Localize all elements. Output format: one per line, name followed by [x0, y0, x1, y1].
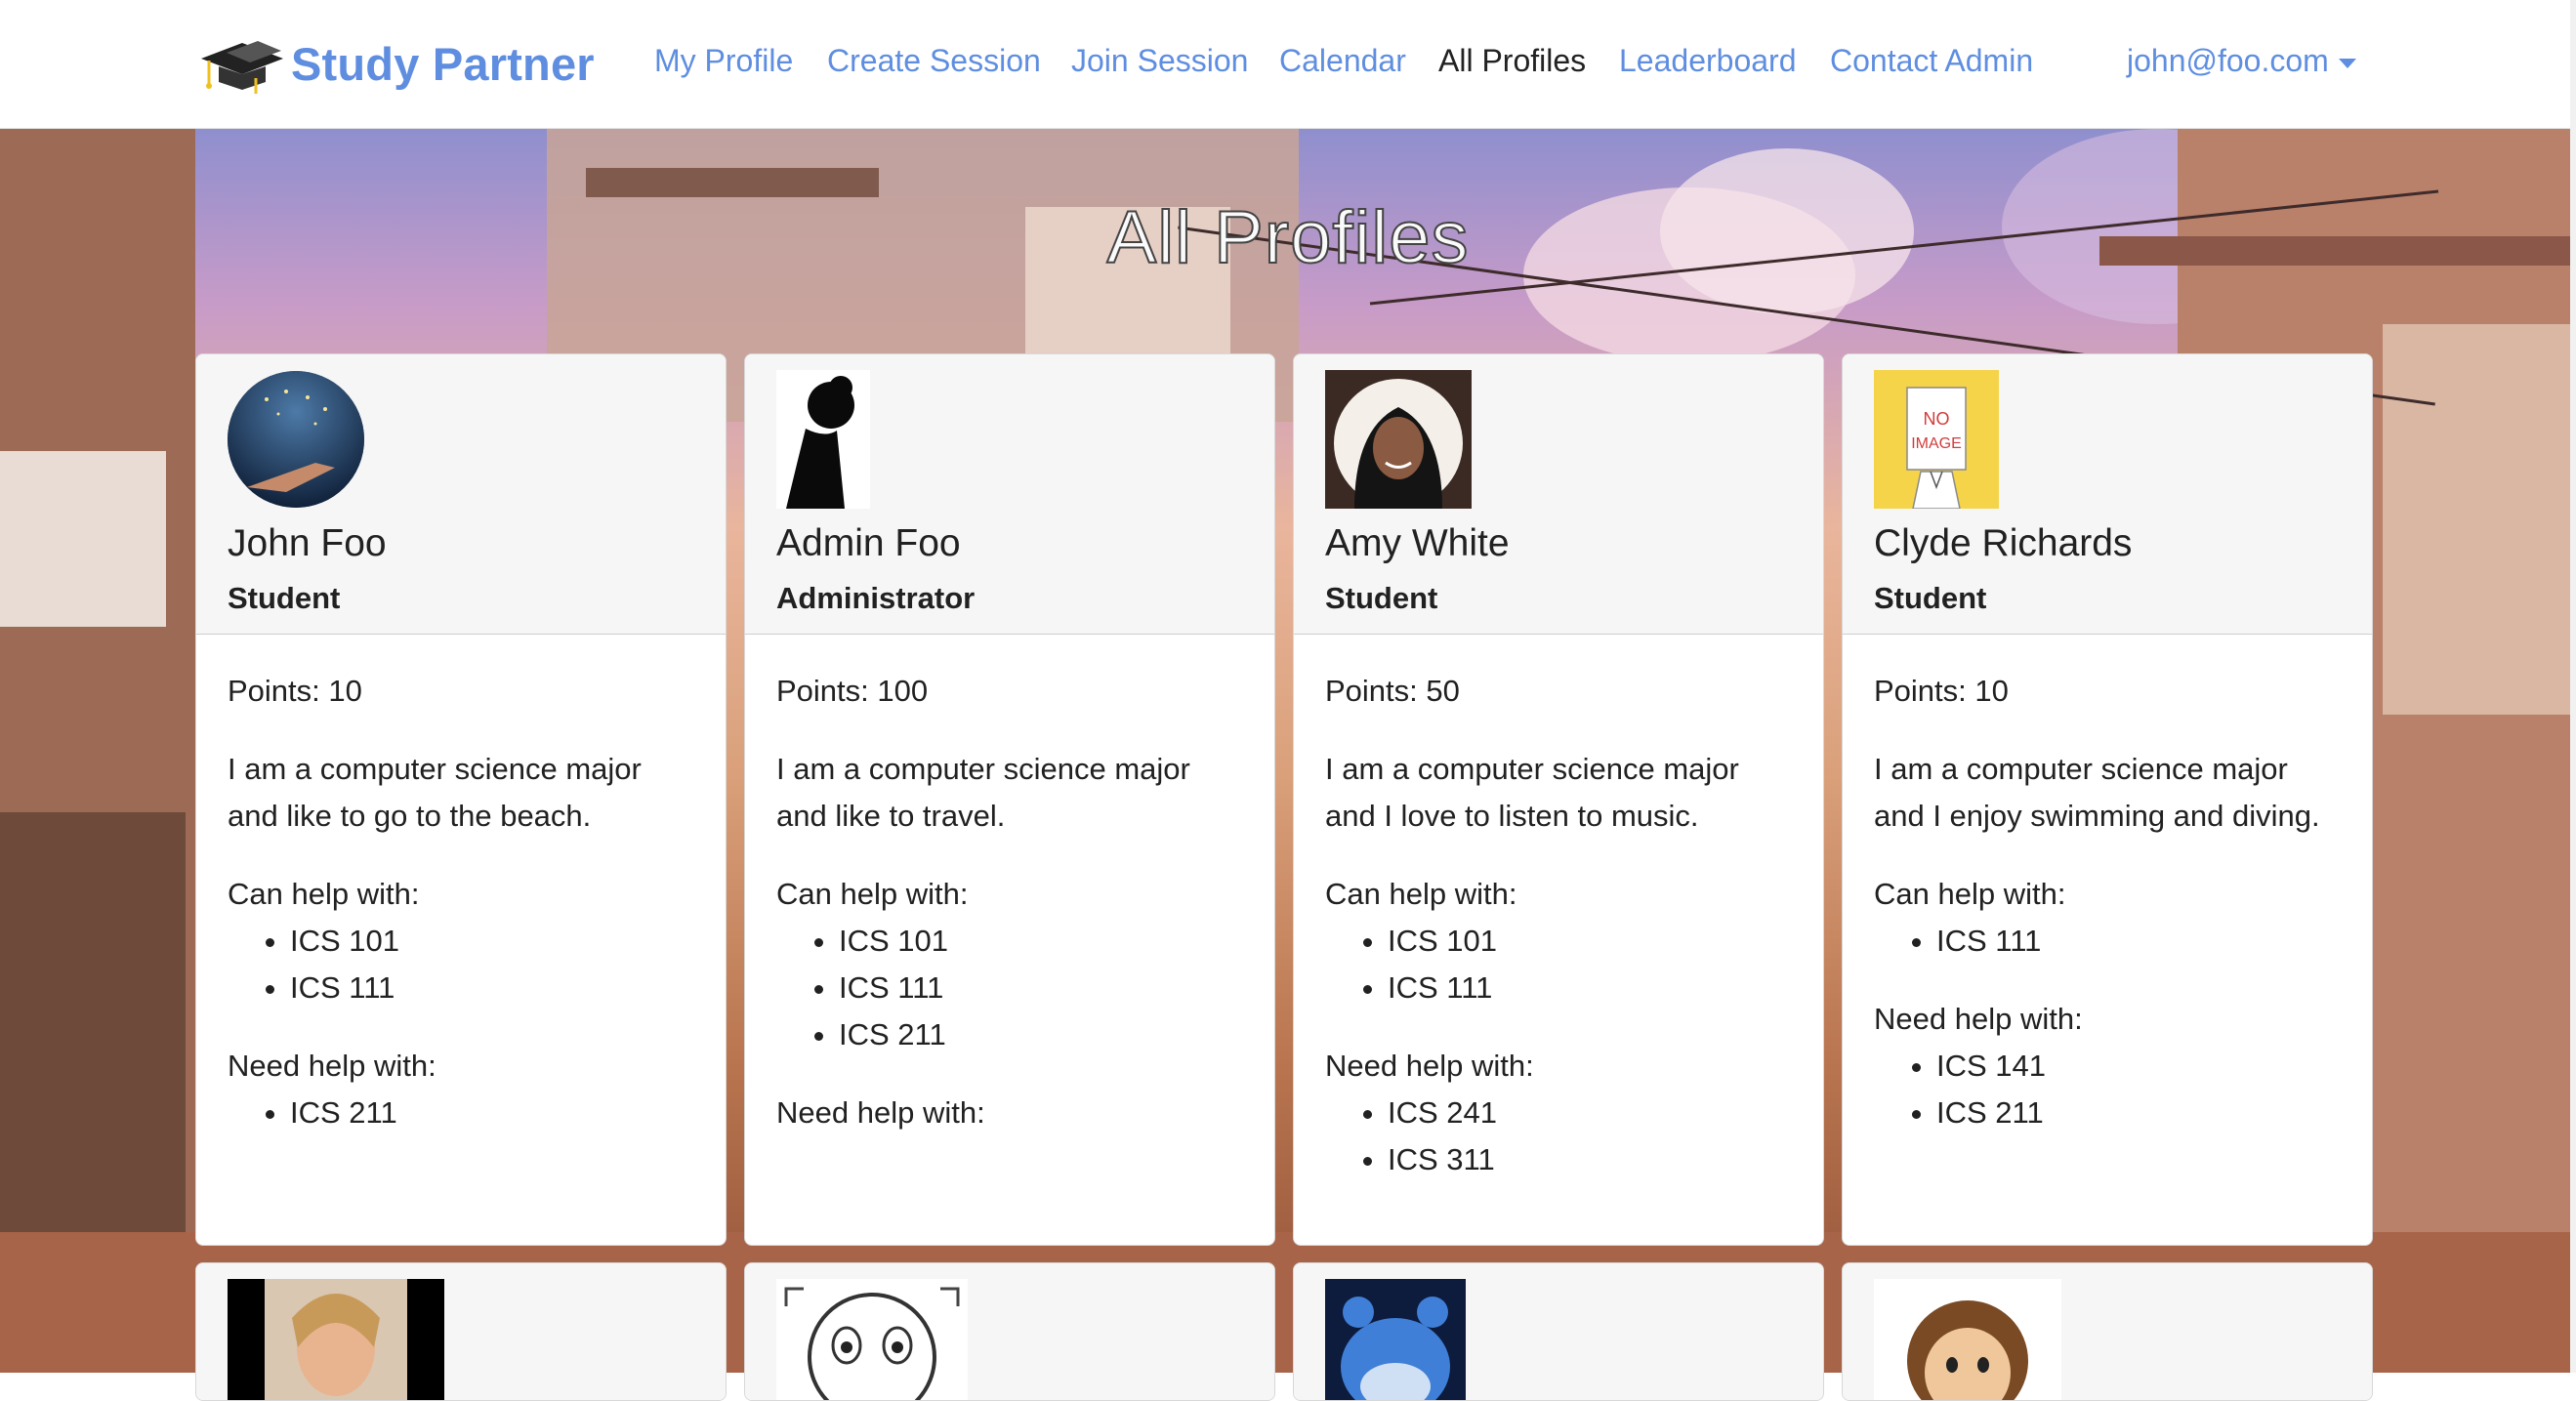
- top-navbar: Study Partner My Profile Create Session …: [0, 0, 2576, 129]
- brand-name: Study Partner: [291, 37, 595, 90]
- card-header: Admin Foo Administrator: [745, 354, 1274, 635]
- profile-role: Student: [228, 581, 341, 615]
- profile-name: Admin Foo: [776, 522, 961, 564]
- graduation-cap-logo-icon: [201, 41, 283, 94]
- card-header: Amy White Student: [1294, 354, 1823, 635]
- can-help-list: ICS 101 ICS 111 ICS 211: [776, 918, 1243, 1058]
- profile-card: John Foo Student Points: 10 I am a compu…: [195, 353, 727, 1246]
- list-item: ICS 211: [290, 1090, 694, 1136]
- list-item: ICS 111: [1936, 918, 2341, 965]
- nav-join-session[interactable]: Join Session: [1071, 43, 1248, 79]
- profile-card: [195, 1262, 727, 1401]
- need-help-list: ICS 141 ICS 211: [1874, 1043, 2341, 1136]
- profile-name: John Foo: [228, 522, 387, 564]
- list-item: ICS 101: [839, 918, 1243, 965]
- chevron-down-icon: [2338, 58, 2356, 68]
- list-item: ICS 211: [839, 1011, 1243, 1058]
- profile-bio: I am a computer science major and I love…: [1325, 752, 1739, 833]
- user-menu-dropdown[interactable]: john@foo.com: [2127, 43, 2356, 79]
- scrollbar[interactable]: [2570, 0, 2576, 1373]
- profile-name: Amy White: [1325, 522, 1510, 564]
- nav-calendar[interactable]: Calendar: [1279, 43, 1406, 79]
- can-help-list: ICS 111: [1874, 918, 2341, 965]
- profile-bio: I am a computer science major and I enjo…: [1874, 752, 2320, 833]
- card-header: John Foo Student: [196, 354, 726, 635]
- profile-card: [744, 1262, 1275, 1401]
- card-header: [196, 1263, 726, 1400]
- profile-avatar: [776, 1279, 968, 1400]
- points-label: Points: 100: [776, 674, 929, 708]
- list-item: ICS 211: [1936, 1090, 2341, 1136]
- can-help-list: ICS 101 ICS 111: [228, 918, 694, 1011]
- profile-card: Admin Foo Administrator Points: 100 I am…: [744, 353, 1275, 1246]
- profile-avatar: [228, 1279, 444, 1400]
- user-email: john@foo.com: [2127, 43, 2329, 78]
- card-header: [1294, 1263, 1823, 1400]
- profile-bio: I am a computer science major and like t…: [228, 752, 642, 833]
- need-help-list: ICS 211: [228, 1090, 694, 1136]
- need-help-label: Need help with:: [228, 1049, 436, 1083]
- need-help-label: Need help with:: [1874, 1002, 2083, 1036]
- can-help-list: ICS 101 ICS 111: [1325, 918, 1792, 1011]
- card-body: Points: 100 I am a computer science majo…: [745, 635, 1274, 1166]
- profile-card: Amy White Student Points: 50 I am a comp…: [1293, 353, 1824, 1246]
- need-help-list: ICS 241 ICS 311: [1325, 1090, 1792, 1183]
- need-help-label: Need help with:: [776, 1095, 985, 1130]
- nav-my-profile[interactable]: My Profile: [654, 43, 793, 79]
- brand[interactable]: Study Partner: [197, 29, 595, 98]
- card-header: NO IMAGE Clyde Richards Student: [1843, 354, 2372, 635]
- points-label: Points: 50: [1325, 674, 1460, 708]
- profile-avatar: [1325, 370, 1472, 509]
- card-header: [745, 1263, 1274, 1400]
- list-item: ICS 111: [290, 965, 694, 1011]
- profile-avatar: [776, 370, 870, 509]
- list-item: ICS 141: [1936, 1043, 2341, 1090]
- card-header: [1843, 1263, 2372, 1400]
- can-help-label: Can help with:: [776, 877, 969, 911]
- profile-card: [1842, 1262, 2373, 1401]
- profile-avatar: [228, 370, 364, 509]
- card-body: Points: 10 I am a computer science major…: [196, 635, 726, 1197]
- profile-bio: I am a computer science major and like t…: [776, 752, 1190, 833]
- profile-role: Student: [1325, 581, 1438, 615]
- points-label: Points: 10: [1874, 674, 2009, 708]
- can-help-label: Can help with:: [1325, 877, 1517, 911]
- profile-avatar: [1325, 1279, 1466, 1400]
- list-item: ICS 311: [1388, 1136, 1792, 1183]
- list-item: ICS 111: [1388, 965, 1792, 1011]
- profile-card: NO IMAGE Clyde Richards Student Points: …: [1842, 353, 2373, 1246]
- can-help-label: Can help with:: [1874, 877, 2066, 911]
- nav-contact-admin[interactable]: Contact Admin: [1830, 43, 2033, 79]
- nav-leaderboard[interactable]: Leaderboard: [1619, 43, 1796, 79]
- profile-avatar: [1874, 1279, 2061, 1400]
- nav-create-session[interactable]: Create Session: [827, 43, 1041, 79]
- list-item: ICS 111: [839, 965, 1243, 1011]
- profile-card: [1293, 1262, 1824, 1401]
- card-body: Points: 10 I am a computer science major…: [1843, 635, 2372, 1197]
- profile-role: Administrator: [776, 581, 976, 615]
- profile-role: Student: [1874, 581, 1987, 615]
- points-label: Points: 10: [228, 674, 362, 708]
- list-item: ICS 101: [290, 918, 694, 965]
- card-body: Points: 50 I am a computer science major…: [1294, 635, 1823, 1244]
- profile-avatar: NO IMAGE: [1874, 370, 1999, 509]
- nav-all-profiles[interactable]: All Profiles: [1438, 43, 1586, 79]
- page-title: All Profiles: [1106, 195, 1470, 280]
- list-item: ICS 241: [1388, 1090, 1792, 1136]
- list-item: ICS 101: [1388, 918, 1792, 965]
- no-image-text-top: NO: [1924, 409, 1950, 429]
- need-help-label: Need help with:: [1325, 1049, 1534, 1083]
- no-image-text-bottom: IMAGE: [1911, 435, 1962, 452]
- profile-name: Clyde Richards: [1874, 522, 2133, 564]
- can-help-label: Can help with:: [228, 877, 420, 911]
